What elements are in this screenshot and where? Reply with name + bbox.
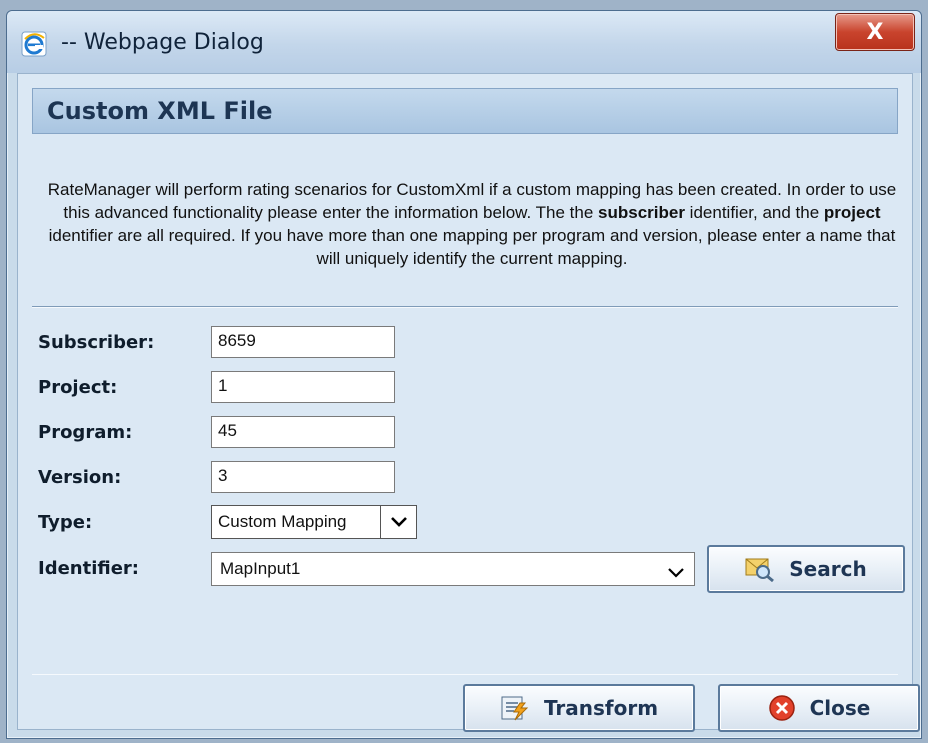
transform-button[interactable]: Transform [463,684,695,732]
window-title: -- Webpage Dialog [61,30,264,55]
close-button-label: Close [809,696,871,720]
identifier-value: MapInput1 [220,559,301,578]
project-input[interactable]: 1 [211,371,395,403]
close-circle-icon [768,695,795,721]
description-part: identifier are all required. If you have… [48,226,896,268]
description-text: RateManager will perform rating scenario… [38,178,906,270]
envelope-magnifier-icon [745,558,775,582]
project-label: Project: [38,377,118,398]
ie-icon [21,31,47,57]
program-input[interactable]: 45 [211,416,395,448]
search-button[interactable]: Search [707,545,905,593]
description-bold: project [823,203,881,222]
description-bold: subscriber [598,203,685,222]
window-close-button[interactable]: X [835,13,915,51]
divider [32,306,898,308]
chevron-down-icon[interactable] [668,563,684,583]
type-select[interactable]: Custom Mapping [211,505,417,539]
chevron-down-icon[interactable] [380,506,416,538]
subscriber-input[interactable]: 8659 [211,326,395,358]
identifier-combobox[interactable]: MapInput1 [211,552,695,586]
description-part: identifier, and the [684,203,824,222]
type-label: Type: [38,512,93,533]
subscriber-label: Subscriber: [38,332,155,353]
close-x-icon: X [866,19,884,45]
footer-divider [32,674,898,675]
search-button-label: Search [789,557,867,581]
title-bar[interactable]: -- Webpage Dialog X [7,11,921,73]
dialog-window: -- Webpage Dialog X Custom XML File Rate… [6,10,922,739]
dialog-body: Custom XML File RateManager will perform… [17,73,920,732]
close-button[interactable]: Close [718,684,920,732]
section-header: Custom XML File [32,88,898,134]
version-label: Version: [38,467,122,488]
identifier-label: Identifier: [38,558,140,579]
program-label: Program: [38,422,133,443]
transform-icon [501,696,529,721]
transform-button-label: Transform [543,696,659,720]
section-title: Custom XML File [47,97,273,125]
type-select-value: Custom Mapping [218,512,347,531]
version-input[interactable]: 3 [211,461,395,493]
